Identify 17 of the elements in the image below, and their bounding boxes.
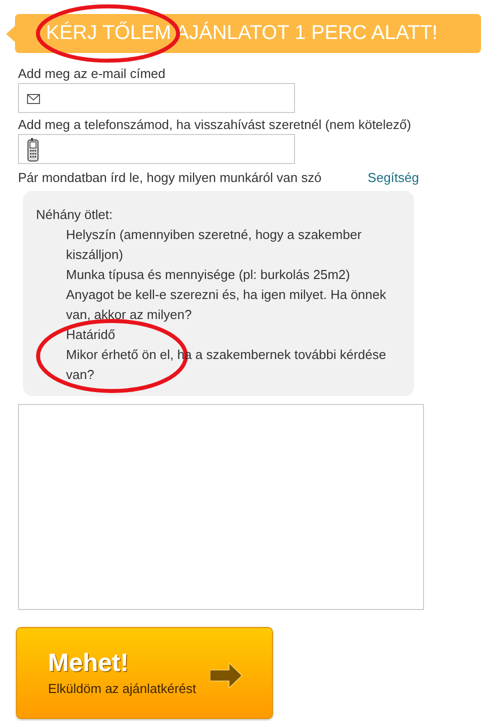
arrow-right-icon	[210, 662, 244, 688]
submit-button[interactable]: Mehet! Elküldöm az ajánlatkérést	[16, 627, 273, 719]
idea-item: Munka típusa és mennyisége (pl: burkolás 25m2)	[66, 266, 351, 284]
ideas-heading: Néhány ötlet:	[36, 206, 114, 224]
field-label: Add meg az e-mail címed	[18, 65, 166, 82]
envelope-icon	[27, 94, 40, 104]
idea-item: Anyagot be kell-e szerezni és, ha igen milyet. Ha önnek van, akkor az milyen?	[66, 286, 388, 324]
mobile-phone-icon	[27, 138, 39, 162]
email-field[interactable]	[18, 83, 295, 113]
idea-item: Határidő	[66, 326, 116, 344]
description-label: Pár mondatban írd le, hogy milyen munkáról van szó	[18, 169, 322, 186]
banner-title: KÉRJ TŐLEM AJÁNLATOT 1 PERC ALATT!	[46, 22, 438, 45]
idea-item: Helyszín (amennyiben szeretné, hogy a szakember kiszálljon)	[66, 226, 363, 264]
phone-field[interactable]	[18, 134, 295, 164]
field-label: Add meg a telefonszámod, ha visszahívást szeretnél (nem kötelező)	[18, 116, 412, 133]
description-textarea[interactable]	[18, 404, 424, 610]
help-link[interactable]: Segítség	[368, 169, 419, 186]
